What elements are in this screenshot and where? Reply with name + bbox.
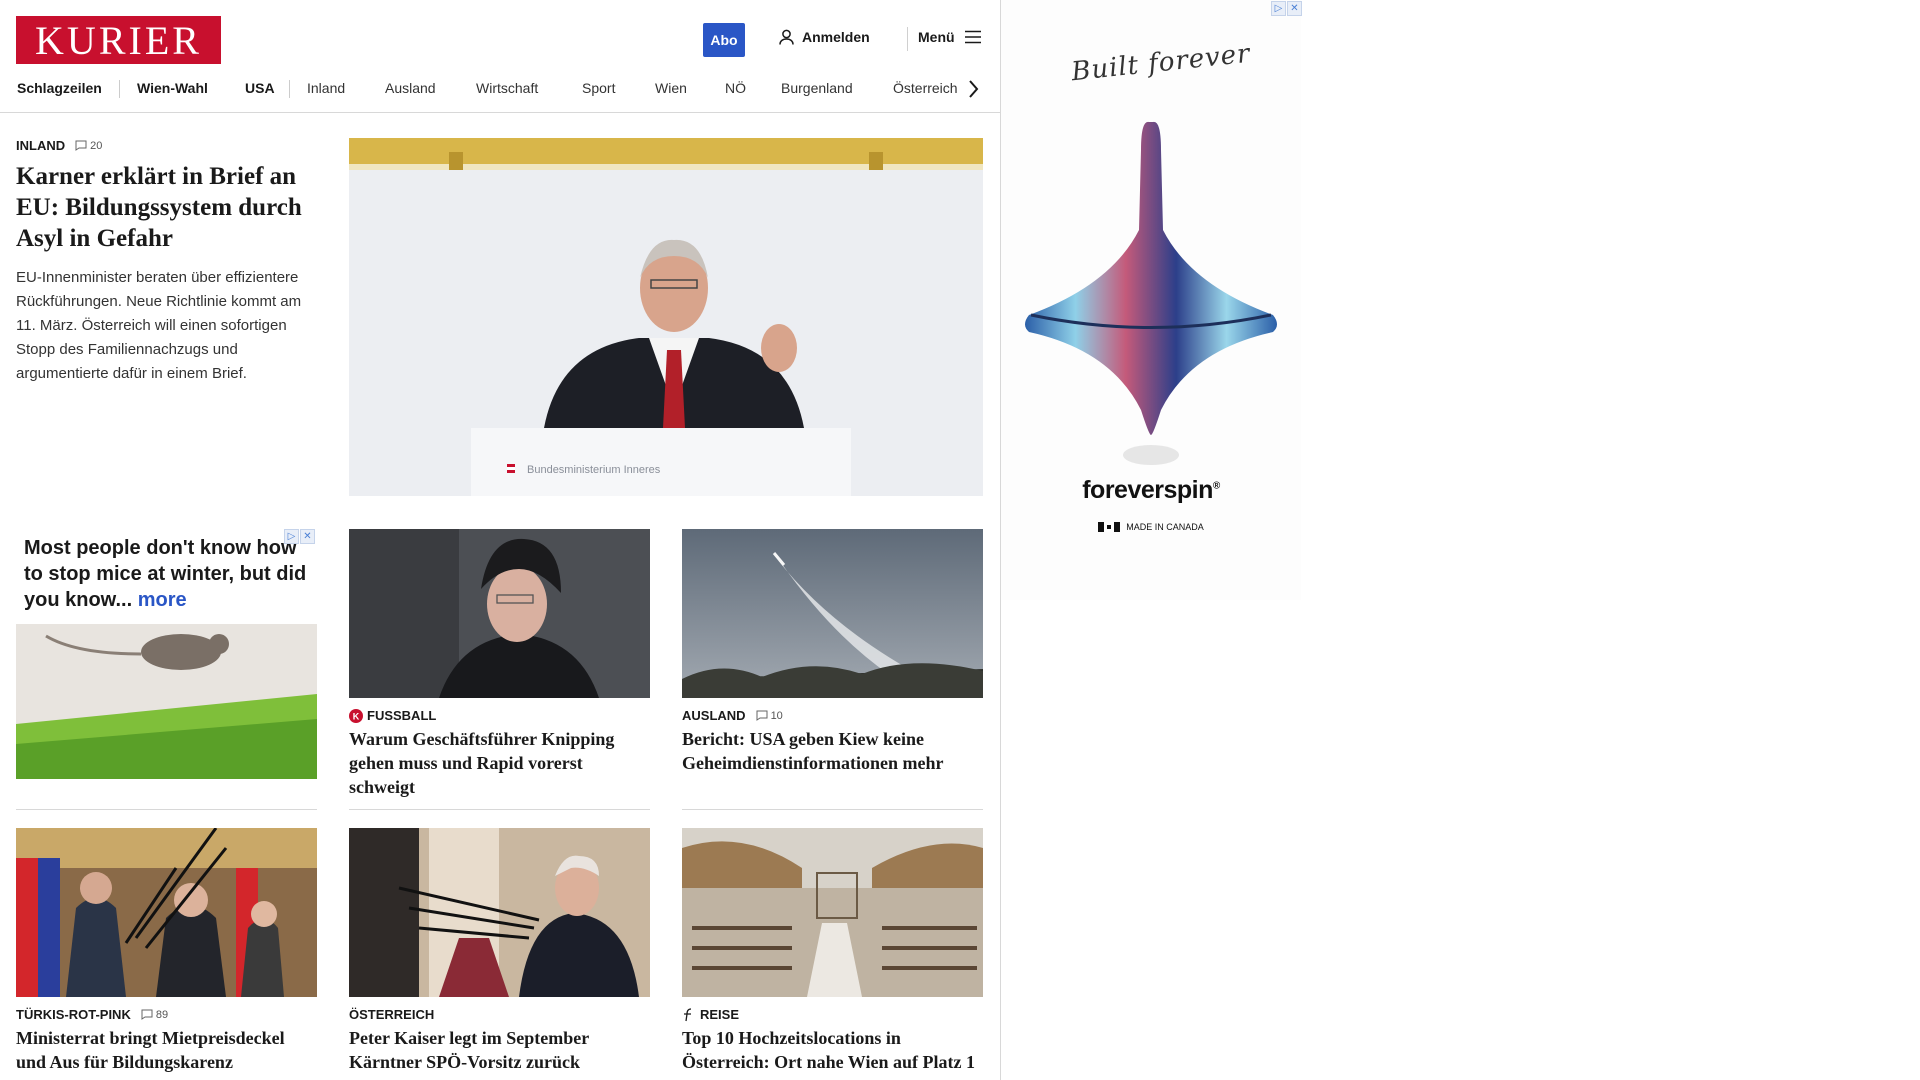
nav-item-inland[interactable]: Inland [307,80,345,96]
card-comment-count[interactable]: 89 [141,1009,168,1021]
article-card[interactable]: TÜRKIS-ROT-PINK 89 Ministerrat bringt Mi… [16,828,317,1074]
kurier-logo[interactable]: KURIER [16,16,221,64]
card-category: TÜRKIS-ROT-PINK [16,1007,131,1022]
card-category: REISE [700,1007,740,1022]
card-headline[interactable]: Top 10 Hochzeitslocations in Österreich:… [682,1026,983,1074]
kaiser-photo [349,828,650,997]
card-kicker: REISE [682,1007,983,1022]
article-card[interactable]: AUSLAND 10 Bericht: USA geben Kiew keine… [682,529,983,775]
section-nav: Schlagzeilen Wien-Wahl USA Inland Auslan… [0,74,1000,113]
card-category: AUSLAND [682,708,746,723]
header-divider [907,27,908,51]
ad-text[interactable]: Most people don't know how to stop mice … [16,529,317,613]
ad-choices[interactable]: ▷ ✕ [1271,1,1302,16]
nav-item-wien[interactable]: Wien [655,80,687,96]
article-card[interactable]: ÖSTERREICH Peter Kaiser legt im Septembe… [349,828,650,1074]
ad-info-icon[interactable]: ▷ [284,529,299,544]
card-headline[interactable]: Warum Geschäftsführer Knipping gehen mus… [349,727,650,799]
lead-comments: 20 [90,139,103,152]
card-comment-count[interactable]: 10 [756,710,783,722]
comment-icon [75,140,87,151]
user-icon [779,29,794,45]
card-kicker: K FUSSBALL [349,708,650,723]
spinning-top-image [1025,121,1277,465]
nav-divider [119,80,120,98]
row-divider [16,809,317,810]
ministerrat-photo [16,828,317,997]
ad-signature: Built forever [1069,38,1252,88]
hamburger-icon [964,30,981,44]
card-headline[interactable]: Ministerrat bringt Mietpreisdeckel und A… [16,1026,317,1074]
abo-button[interactable]: Abo [703,23,745,57]
ad-close-icon[interactable]: ✕ [1287,1,1302,16]
ad-choices[interactable]: ▷ ✕ [284,529,315,544]
card-headline[interactable]: Bericht: USA geben Kiew keine Geheimdien… [682,727,983,775]
lead-comment-count[interactable]: 20 [75,140,102,152]
missile-photo [682,529,983,698]
chevron-right-icon[interactable] [966,78,980,100]
ad-close-icon[interactable]: ✕ [300,529,315,544]
knipping-photo [349,529,650,698]
nav-item-noe[interactable]: NÖ [725,80,746,96]
lead-image[interactable]: Bundesministerium Inneres [349,138,983,496]
svg-text:K: K [353,711,360,721]
article-image[interactable] [16,828,317,997]
nav-item-wirtschaft[interactable]: Wirtschaft [476,80,538,96]
lead-article[interactable]: INLAND 20 Karner erklärt in Brief an EU:… [16,138,321,386]
card-kicker: AUSLAND 10 [682,708,983,723]
card-category: ÖSTERREICH [349,1007,435,1022]
ad-mouse-image [16,624,317,779]
card-category: FUSSBALL [367,708,437,723]
reise-logo-icon [684,1007,692,1021]
article-card[interactable]: K FUSSBALL Warum Geschäftsführer Knippin… [349,529,650,799]
row-divider [682,809,983,810]
lead-teaser: EU-Innenminister beraten über effiziente… [16,269,302,382]
logo-text: KURIER [35,17,202,63]
ad-info-icon[interactable]: ▷ [1271,1,1286,16]
kurier-plus-icon: K [349,708,363,723]
nav-item-ausland[interactable]: Ausland [385,80,436,96]
card-kicker: TÜRKIS-ROT-PINK 89 [16,1007,317,1022]
nav-item-sport[interactable]: Sport [582,80,615,96]
menu-button[interactable]: Menü [918,29,981,45]
card-headline[interactable]: Peter Kaiser legt im September Kärntner … [349,1026,650,1074]
nav-item-schlagzeilen[interactable]: Schlagzeilen [17,80,102,96]
canada-flag-icon [1098,522,1121,532]
foreverspin-ad[interactable]: ▷ ✕ Built forever foreverspin® MADE IN CA… [1001,0,1302,600]
card-kicker: ÖSTERREICH [349,1007,650,1022]
lead-category: INLAND [16,138,66,153]
wedding-location-photo [682,828,983,997]
comment-icon [141,1009,153,1020]
login-label: Anmelden [802,29,870,45]
lectern-text: Bundesministerium Inneres [527,464,661,476]
login-button[interactable]: Anmelden [779,29,870,45]
nav-item-oesterreich[interactable]: Österreich [893,80,958,96]
mice-ad[interactable]: ▷ ✕ Most people don't know how to stop mi… [16,529,317,779]
article-image[interactable] [349,828,650,997]
lead-headline[interactable]: Karner erklärt in Brief an EU: Bildungss… [16,161,321,254]
ad-made-in: MADE IN CANADA [1001,522,1301,532]
ad-brand: foreverspin® [1082,476,1220,504]
lead-kicker: INLAND 20 [16,138,321,153]
article-card[interactable]: REISE Top 10 Hochzeitslocations in Öster… [682,828,983,1074]
article-image[interactable] [682,828,983,997]
main-column: KURIER Abo Anmelden Menü Schlagzeilen Wi… [0,0,1001,1080]
lead-photo: Bundesministerium Inneres [349,138,983,496]
article-image[interactable] [349,529,650,698]
nav-item-usa[interactable]: USA [245,80,275,96]
nav-divider [289,80,290,98]
menu-label: Menü [918,29,955,45]
row-divider [349,809,650,810]
nav-item-wien-wahl[interactable]: Wien-Wahl [137,80,208,96]
article-image[interactable] [682,529,983,698]
comment-icon [756,710,768,721]
ad-more-link[interactable]: more [138,589,187,611]
nav-item-burgenland[interactable]: Burgenland [781,80,853,96]
